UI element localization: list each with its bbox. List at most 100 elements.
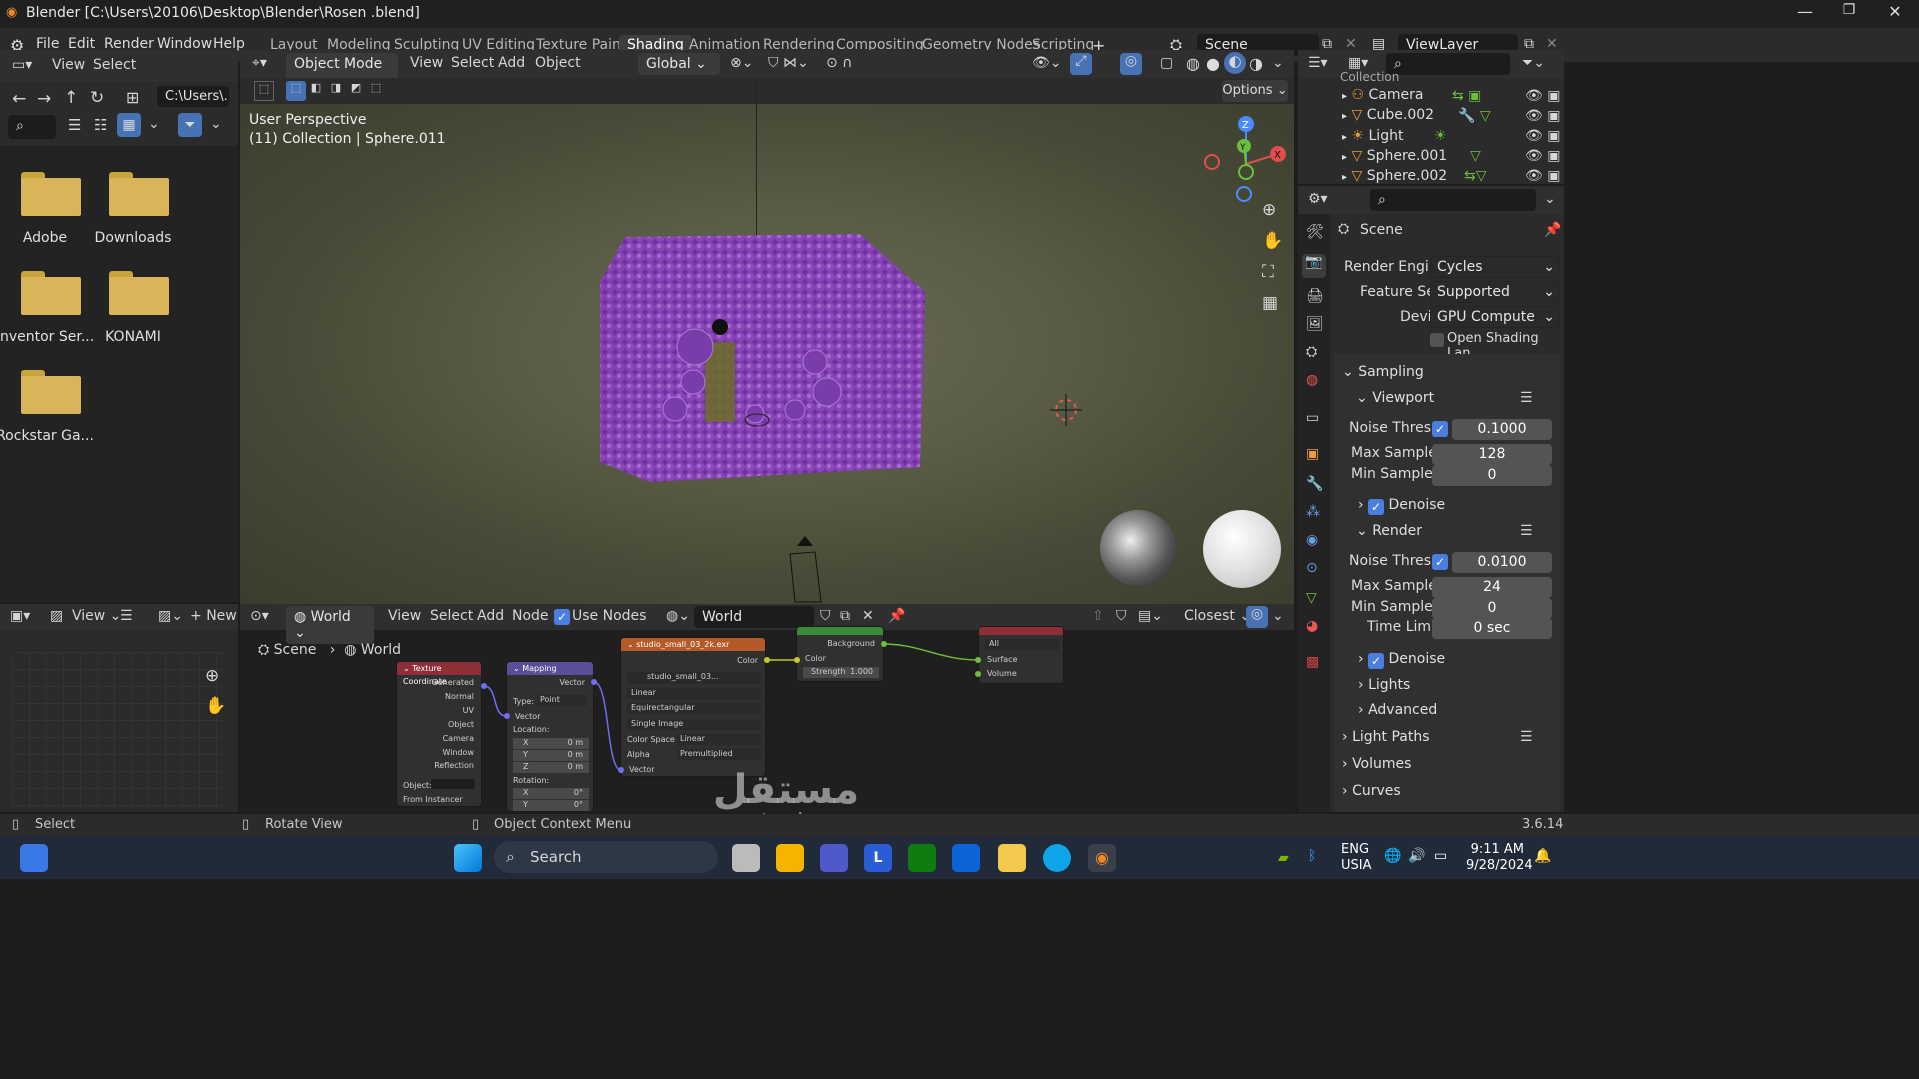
filter-icon[interactable]: ⏷ bbox=[178, 113, 202, 137]
clock-time[interactable]: 9:11 AM bbox=[1468, 842, 1524, 857]
location-x-field[interactable]: X0 m bbox=[513, 738, 589, 749]
device-dropdown[interactable]: GPU Compute ⌄ bbox=[1430, 306, 1560, 328]
color-space-dropdown[interactable]: Linear bbox=[677, 734, 761, 745]
render-tab-icon[interactable]: 📷 bbox=[1302, 254, 1326, 278]
vp-noise-checkbox[interactable]: ✓ bbox=[1432, 421, 1448, 437]
folder-icon[interactable] bbox=[21, 172, 81, 216]
lights-subheader[interactable]: › Lights bbox=[1358, 677, 1410, 693]
socket[interactable] bbox=[881, 641, 887, 647]
wireframe-shading-icon[interactable]: ◍ bbox=[1186, 54, 1200, 73]
presets-icon[interactable]: ☰ bbox=[1520, 729, 1533, 745]
minimize-button[interactable]: — bbox=[1782, 2, 1828, 26]
select-intersect-icon[interactable]: ⬚ bbox=[366, 81, 386, 101]
ortho-toggle-icon[interactable]: ▦ bbox=[1262, 293, 1278, 313]
copilot-icon[interactable] bbox=[776, 844, 804, 872]
refresh-icon[interactable]: ↻ bbox=[90, 88, 104, 108]
outliner-item-sphere002[interactable]: ▸ ▽ Sphere.002 bbox=[1342, 168, 1447, 188]
select-subtract-icon[interactable]: ◨ bbox=[326, 81, 346, 101]
collection-tab-icon[interactable]: ▭ bbox=[1306, 410, 1319, 426]
material-tab-icon[interactable]: ◕ bbox=[1306, 618, 1318, 634]
new-image-button[interactable]: + New bbox=[190, 608, 237, 624]
r-denoise-row[interactable]: › ✓ Denoise bbox=[1358, 651, 1445, 669]
socket[interactable] bbox=[975, 671, 981, 677]
target-dropdown[interactable]: All bbox=[985, 639, 1059, 650]
display-mode-icon[interactable]: ▦▾ bbox=[1348, 55, 1368, 71]
interpolation-dropdown[interactable]: Linear bbox=[627, 688, 761, 699]
notification-bell-icon[interactable]: 🔔 bbox=[1534, 848, 1551, 864]
3d-cursor-icon[interactable] bbox=[1050, 394, 1082, 426]
back-icon[interactable]: ← bbox=[12, 89, 26, 109]
file-menu-select[interactable]: Select bbox=[93, 57, 136, 73]
folder-label[interactable]: KONAMI bbox=[78, 329, 188, 345]
folder-icon[interactable] bbox=[109, 172, 169, 216]
outliner-item-cube[interactable]: ▸ ▽ Cube.002 bbox=[1342, 107, 1434, 127]
list-vertical-icon[interactable]: ☰ bbox=[68, 116, 81, 134]
bluetooth-icon[interactable]: ᛒ bbox=[1308, 848, 1316, 864]
r-noise-checkbox[interactable]: ✓ bbox=[1432, 554, 1448, 570]
outliner-search-input[interactable]: ⌕ bbox=[1386, 53, 1510, 75]
presets-icon[interactable]: ☰ bbox=[1520, 390, 1533, 406]
3d-viewport[interactable]: User Perspective (11) Collection | Spher… bbox=[240, 78, 1294, 604]
object-field[interactable] bbox=[431, 779, 475, 789]
material-shading-icon[interactable]: ◐ bbox=[1224, 52, 1246, 74]
presets-icon[interactable]: ☰ bbox=[1520, 523, 1533, 539]
folder-icon[interactable] bbox=[21, 370, 81, 414]
select-tool-icon[interactable]: ⬚ bbox=[254, 81, 274, 101]
options-button[interactable]: Options ⌄ bbox=[1222, 80, 1288, 102]
visibility-icon[interactable]: 👁⌄ bbox=[1032, 55, 1062, 71]
image-editor-grid[interactable] bbox=[12, 652, 224, 808]
select-new-icon[interactable]: ⬚ bbox=[286, 81, 306, 101]
filter-dropdown-icon[interactable]: ⌄ bbox=[210, 116, 222, 132]
sampling-header[interactable]: ⌄ Sampling bbox=[1342, 364, 1424, 380]
light-paths-header[interactable]: › Light Paths bbox=[1342, 729, 1430, 745]
zoom-icon[interactable]: ⊕ bbox=[1262, 200, 1276, 220]
nvidia-icon[interactable]: ▰ bbox=[1278, 850, 1289, 866]
particles-tab-icon[interactable]: ⁂ bbox=[1306, 504, 1320, 520]
filter-icon[interactable]: ⏷⌄ bbox=[1522, 55, 1545, 71]
output-tab-icon[interactable]: 🖨 bbox=[1306, 288, 1324, 304]
vp-denoise-row[interactable]: › ✓ Denoise bbox=[1358, 497, 1445, 515]
options-dropdown-icon[interactable]: ⌄ bbox=[1544, 191, 1556, 207]
image-selector[interactable]: studio_small_03... bbox=[627, 672, 761, 684]
outliner-item-camera[interactable]: ▸ ⚇ Camera bbox=[1342, 87, 1423, 107]
maximize-button[interactable]: ❐ bbox=[1826, 2, 1872, 26]
volumes-header[interactable]: › Volumes bbox=[1342, 756, 1411, 772]
mesh-data-icon[interactable]: ⇆▽ bbox=[1464, 168, 1487, 184]
vp-min-field[interactable]: 0 bbox=[1432, 465, 1552, 486]
sort-dropdown-icon[interactable]: ⌄ bbox=[148, 116, 160, 132]
teams-icon[interactable] bbox=[820, 844, 848, 872]
network-icon[interactable]: 🌐 bbox=[1384, 848, 1401, 864]
pin-icon[interactable]: 📌 bbox=[1544, 222, 1561, 238]
pan-hand-icon[interactable]: ✋ bbox=[205, 696, 226, 716]
socket[interactable] bbox=[481, 683, 487, 689]
editor-type-icon[interactable]: ☰▾ bbox=[1308, 55, 1328, 71]
light-data-icon[interactable]: ☀ bbox=[1434, 128, 1447, 144]
from-instancer-checkbox[interactable]: From Instancer bbox=[403, 795, 463, 804]
select-extend-icon[interactable]: ◧ bbox=[306, 81, 326, 101]
source-dropdown[interactable]: Single Image bbox=[627, 719, 761, 730]
pivot-icon[interactable]: ⊗⌄ bbox=[730, 55, 753, 71]
taskbar-search[interactable]: ⌕ Search bbox=[494, 841, 718, 873]
socket[interactable] bbox=[591, 679, 597, 685]
gizmo-toggle-icon[interactable]: ⤢ bbox=[1070, 53, 1092, 75]
path-field[interactable]: C:\Users\... bbox=[157, 86, 229, 107]
language-line1[interactable]: ENG bbox=[1341, 842, 1369, 857]
projection-dropdown[interactable]: Equirectangular bbox=[627, 703, 761, 714]
camera-data-icon[interactable]: ⇆ ▣ bbox=[1452, 88, 1481, 104]
environment-texture-node[interactable]: ⌄ studio_small_03_2k.exr Color studio_sm… bbox=[620, 637, 766, 777]
mapping-node[interactable]: ⌄ Mapping Vector Type: Point Vector Loca… bbox=[506, 661, 594, 812]
viewport-menu-select[interactable]: Select bbox=[451, 55, 494, 71]
location-z-field[interactable]: Z0 m bbox=[513, 762, 589, 773]
file-search-input[interactable]: ⌕ bbox=[8, 115, 56, 139]
time-limit-field[interactable]: 0 sec bbox=[1432, 618, 1552, 639]
camera-object[interactable] bbox=[785, 534, 825, 604]
proportional-edit-icon[interactable]: ⊙ ∩ bbox=[826, 55, 852, 71]
alpha-dropdown[interactable]: Premultiplied bbox=[677, 749, 761, 760]
advanced-subheader[interactable]: › Advanced bbox=[1358, 702, 1437, 718]
image-mode-icon[interactable]: ▨ bbox=[50, 608, 63, 624]
select-invert-icon[interactable]: ◩ bbox=[346, 81, 366, 101]
render-subheader[interactable]: ⌄ Render bbox=[1356, 523, 1422, 539]
snap-icon[interactable]: ⛉ ⋈⌄ bbox=[768, 55, 809, 71]
eye-icon[interactable]: 👁 ▣ bbox=[1525, 148, 1560, 164]
mesh-data-icon[interactable]: ▽ bbox=[1470, 148, 1481, 164]
